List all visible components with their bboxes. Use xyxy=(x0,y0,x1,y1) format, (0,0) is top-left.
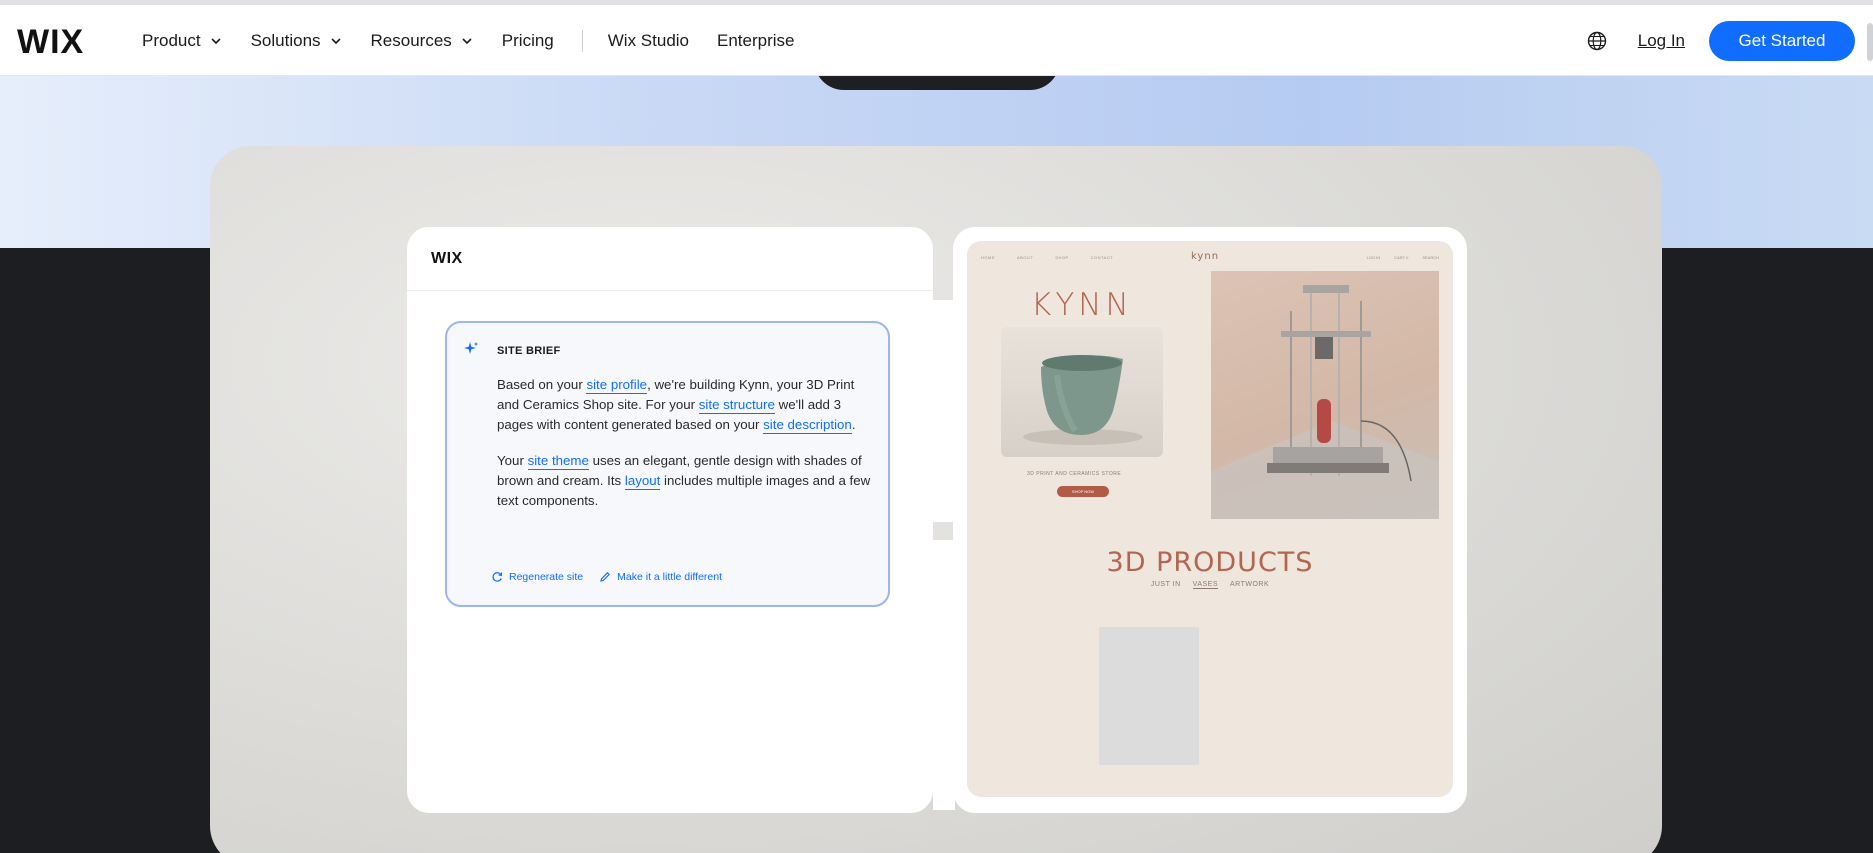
chevron-down-icon xyxy=(462,38,472,45)
site-preview: HOME ABOUT SHOP CONTACT kynn LOG IN CART 0 SE… xyxy=(967,241,1453,797)
preview-nav-item: LOG IN xyxy=(1366,255,1381,260)
nav-actions: Log In Get Started xyxy=(1586,5,1855,77)
globe-icon[interactable] xyxy=(1586,30,1608,52)
login-link[interactable]: Log In xyxy=(1638,31,1685,51)
panel-connector-top xyxy=(933,300,955,522)
preview-nav-item: SHOP xyxy=(1055,255,1069,260)
vase-image xyxy=(1001,327,1163,457)
nav-divider xyxy=(581,30,583,52)
nav-wix-studio[interactable]: Wix Studio xyxy=(608,31,689,51)
site-description-link[interactable]: site description xyxy=(763,417,852,434)
brief-paragraph-1: Based on your site profile, we're buildi… xyxy=(497,375,877,435)
nav-wix-studio-label: Wix Studio xyxy=(607,31,690,50)
editor-logo: WIX xyxy=(431,249,463,267)
nav-pricing[interactable]: Pricing xyxy=(502,31,554,51)
site-brief-title: SITE BRIEF xyxy=(497,345,561,357)
preview-tab: JUST IN xyxy=(1150,581,1181,588)
get-started-button[interactable]: Get Started xyxy=(1709,21,1855,61)
ai-editor-panel: WIX SITE BRIEF Based on your site profil… xyxy=(407,227,933,813)
pencil-icon xyxy=(600,572,611,582)
site-preview-frame: HOME ABOUT SHOP CONTACT kynn LOG IN CART 0 SE… xyxy=(953,227,1467,813)
wix-logo[interactable]: WIX xyxy=(17,23,84,62)
brief-text: Based on your xyxy=(497,377,587,392)
nav-resources-label: Resources xyxy=(370,31,452,50)
preview-hero-title: KYNN xyxy=(1031,287,1133,323)
preview-tab: ARTWORK xyxy=(1230,581,1270,588)
refresh-icon xyxy=(492,572,503,582)
preview-caption: 3D PRINT AND CERAMICS STORE xyxy=(1027,471,1122,477)
preview-product-card xyxy=(1099,627,1199,765)
printer-illustration xyxy=(1211,285,1439,519)
layout-link[interactable]: layout xyxy=(624,473,661,490)
preview-shop-button: SHOP NOW xyxy=(1057,486,1109,497)
preview-section-title: 3D PRODUCTS xyxy=(1106,547,1314,578)
nav-enterprise-label: Enterprise xyxy=(717,31,795,50)
brief-text: . xyxy=(851,417,856,432)
make-different-button[interactable]: Make it a little different xyxy=(599,571,722,583)
brief-actions: Regenerate site Make it a little differe… xyxy=(491,571,738,583)
top-nav: WIX Product Solutions Resources Pricing … xyxy=(0,0,1873,76)
nav-enterprise[interactable]: Enterprise xyxy=(717,31,794,51)
preview-tabs: JUST IN VASES ARTWORK xyxy=(967,581,1453,589)
nav-product-label: Product xyxy=(142,31,201,50)
3d-printer-image xyxy=(1211,271,1439,519)
sparkle-icon xyxy=(464,342,478,354)
nav-solutions[interactable]: Solutions xyxy=(251,31,343,51)
chevron-down-icon xyxy=(330,38,341,45)
make-different-label: Make it a little different xyxy=(617,571,722,583)
regenerate-site-label: Regenerate site xyxy=(509,571,584,583)
preview-nav-item: ABOUT xyxy=(1017,255,1034,260)
preview-nav-item: SEARCH xyxy=(1422,255,1439,260)
preview-nav-left: HOME ABOUT SHOP CONTACT xyxy=(981,255,1135,260)
panel-connector-bottom xyxy=(933,540,955,810)
preview-nav-item: CONTACT xyxy=(1090,255,1114,260)
scrollbar-thumb[interactable] xyxy=(1867,23,1873,61)
site-brief-card: SITE BRIEF Based on your site profile, w… xyxy=(445,321,890,607)
regenerate-site-button[interactable]: Regenerate site xyxy=(491,571,583,583)
preview-brand: kynn xyxy=(1191,251,1220,262)
nav-resources[interactable]: Resources xyxy=(371,31,474,51)
preview-nav-right: LOG IN CART 0 SEARCH xyxy=(1353,255,1439,260)
editor-header: WIX xyxy=(407,227,933,291)
preview-tab: VASES xyxy=(1192,581,1218,589)
nav-pricing-label: Pricing xyxy=(501,31,554,50)
vase-illustration xyxy=(1023,355,1143,445)
nav-product[interactable]: Product xyxy=(142,31,223,51)
preview-nav-item: HOME xyxy=(981,255,995,260)
site-theme-link[interactable]: site theme xyxy=(527,453,589,470)
nav-solutions-label: Solutions xyxy=(250,31,321,50)
preview-nav-item: CART 0 xyxy=(1394,255,1409,260)
site-profile-link[interactable]: site profile xyxy=(586,377,648,394)
brief-text: Your xyxy=(497,453,528,468)
chevron-down-icon xyxy=(211,38,221,45)
brief-paragraph-2: Your site theme uses an elegant, gentle … xyxy=(497,451,877,511)
site-brief-body: Based on your site profile, we're buildi… xyxy=(497,375,877,527)
site-structure-link[interactable]: site structure xyxy=(698,397,775,414)
main-nav: Product Solutions Resources Pricing Wix … xyxy=(142,5,823,77)
